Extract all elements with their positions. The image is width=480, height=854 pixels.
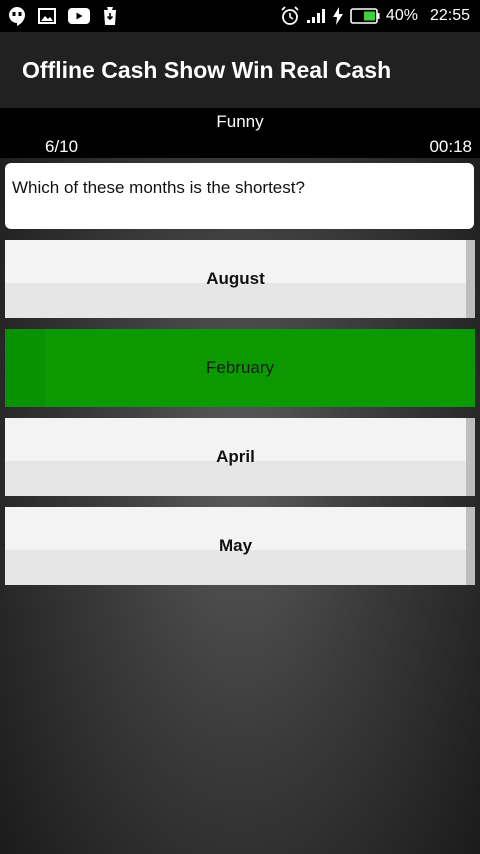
answer-option-may[interactable]: May: [5, 507, 475, 585]
gallery-icon: [38, 8, 56, 24]
battery-icon: [350, 8, 380, 24]
charging-icon: [332, 7, 344, 25]
answer-label: February: [205, 358, 275, 377]
answer-option-february[interactable]: February: [5, 329, 475, 407]
app-bar: Offline Cash Show Win Real Cash: [0, 32, 480, 108]
answer-label: August: [206, 269, 265, 288]
notification-icons: [8, 0, 118, 32]
hangouts-icon: [8, 6, 26, 26]
youtube-icon: [68, 8, 90, 24]
question-timer: 00:18: [429, 137, 472, 156]
alarm-icon: [280, 6, 300, 26]
signal-icon: [306, 8, 326, 24]
question-progress: 6/10: [45, 137, 79, 156]
quiz-category: Funny: [216, 112, 264, 131]
clock: 22:55: [429, 7, 470, 24]
download-icon: [102, 6, 118, 26]
question-card: Which of these months is the shortest?: [5, 163, 474, 229]
quiz-info-bar: Funny 6/10 00:18: [0, 108, 480, 158]
answer-option-august[interactable]: August: [5, 240, 475, 318]
battery-percent: 40%: [385, 7, 418, 24]
status-bar: 40% 22:55: [0, 0, 480, 32]
answer-label: May: [218, 536, 253, 555]
answer-option-april[interactable]: April: [5, 418, 475, 496]
system-status: 40% 22:55: [280, 0, 470, 32]
question-text: Which of these months is the shortest?: [12, 178, 305, 197]
app-title: Offline Cash Show Win Real Cash: [22, 56, 392, 83]
answer-label: April: [216, 447, 255, 466]
